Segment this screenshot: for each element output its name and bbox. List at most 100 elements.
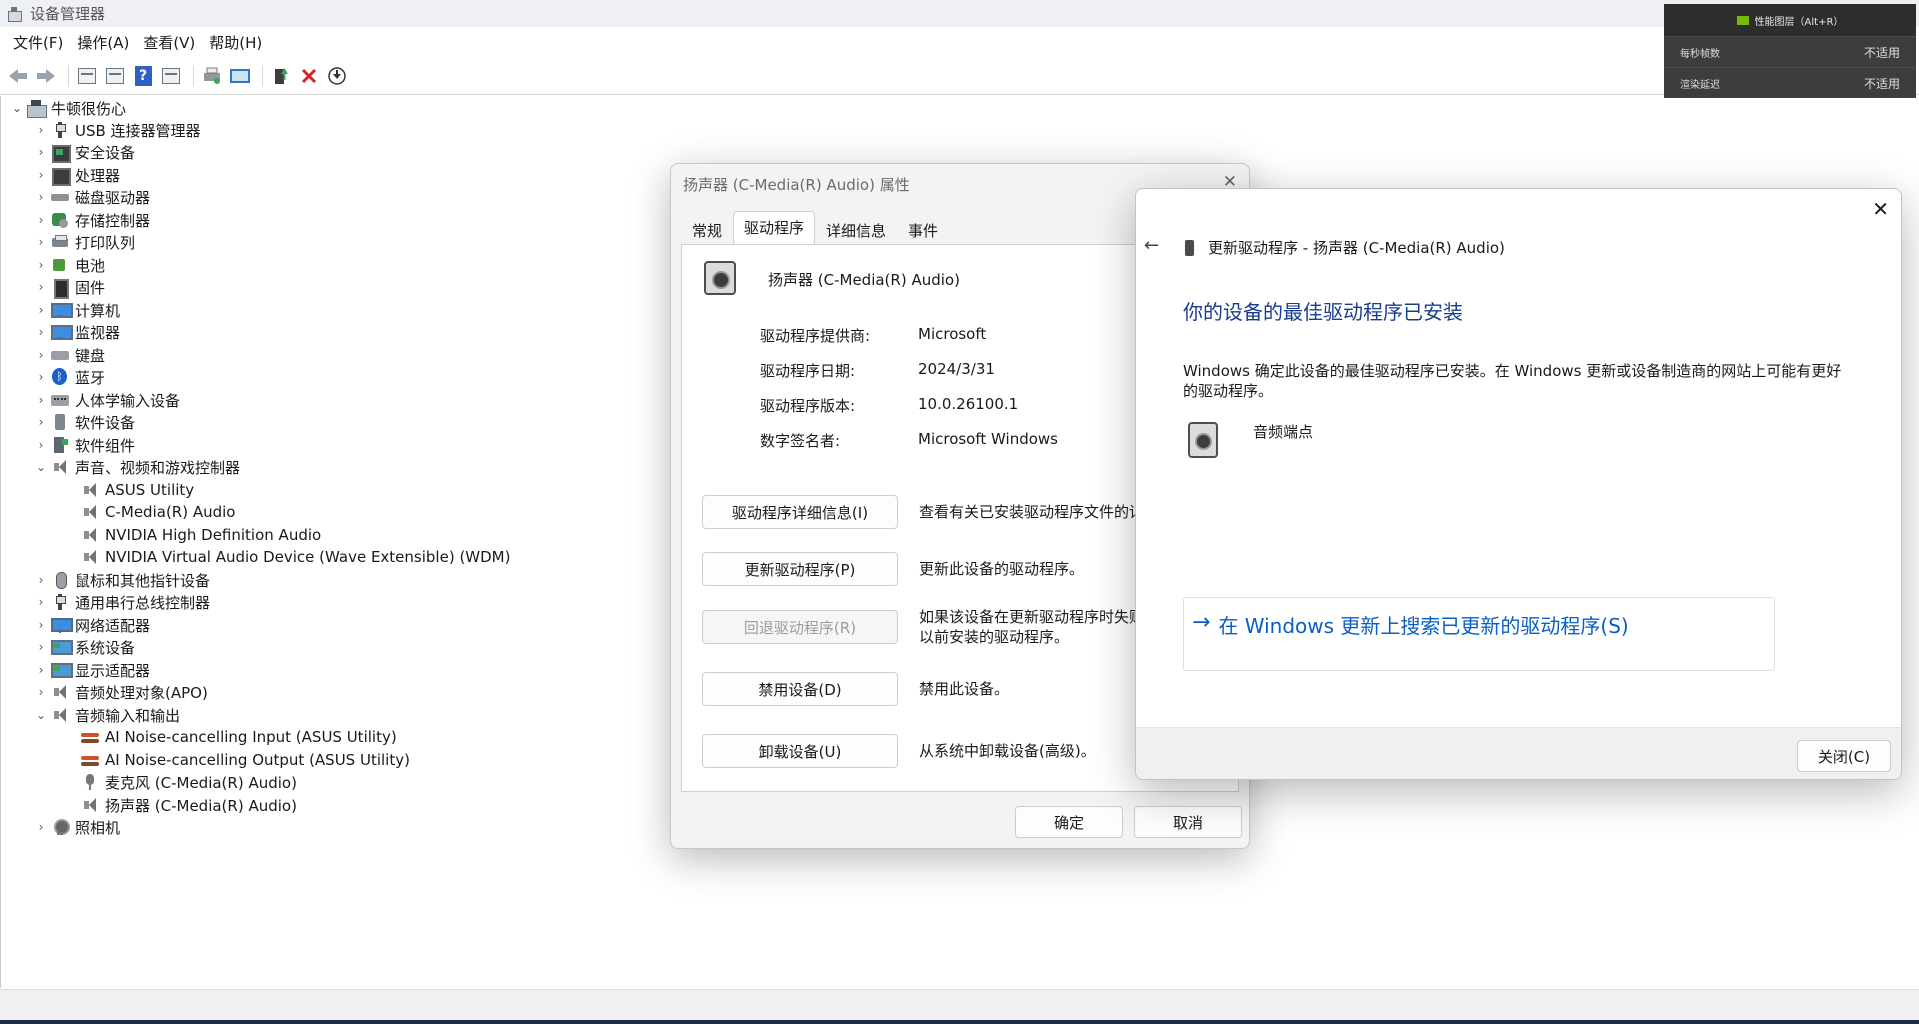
chevron-right-icon[interactable]: › [31, 663, 51, 677]
update-driver-icon[interactable] [269, 64, 293, 88]
tree-child-label: 麦克风 (C-Media(R) Audio) [105, 773, 297, 792]
tree-child-ai-noise-output[interactable]: AI Noise-cancelling Output (ASUS Utility… [81, 749, 410, 771]
chevron-right-icon[interactable]: › [31, 348, 51, 362]
chevron-right-icon[interactable]: › [31, 415, 51, 429]
tab-general[interactable]: 常规 [681, 214, 733, 244]
ok-button[interactable]: 确定 [1015, 806, 1123, 838]
tree-node-display[interactable]: › 显示适配器 [31, 659, 150, 681]
roll-back-driver-button[interactable]: 回退驱动程序(R) [702, 610, 898, 644]
uninstall-icon[interactable] [297, 64, 321, 88]
tab-details[interactable]: 详细信息 [815, 214, 897, 244]
chevron-down-icon[interactable]: ⌄ [31, 708, 51, 722]
chevron-right-icon[interactable]: › [31, 640, 51, 654]
tree-root[interactable]: ⌄ 牛顿很伤心 [7, 97, 126, 119]
back-arrow-icon[interactable]: ← [1144, 235, 1159, 256]
disable-device-button[interactable]: 禁用设备(D) [702, 672, 898, 706]
tree-node-software-component[interactable]: › 软件组件 [31, 434, 135, 456]
tree-child-nvidia-hd-audio[interactable]: NVIDIA High Definition Audio [81, 524, 321, 546]
help-icon[interactable]: ? [131, 64, 155, 88]
window-icon[interactable] [103, 64, 127, 88]
chevron-right-icon[interactable]: › [31, 303, 51, 317]
chevron-right-icon[interactable]: › [31, 190, 51, 204]
computer-root-icon [27, 100, 47, 118]
print-icon[interactable] [200, 64, 224, 88]
monitor-icon[interactable] [228, 64, 252, 88]
chevron-down-icon[interactable]: ⌄ [31, 460, 51, 474]
chevron-right-icon[interactable]: › [31, 280, 51, 294]
chevron-right-icon[interactable]: › [31, 213, 51, 227]
view-icon[interactable] [159, 64, 183, 88]
tree-node-disk[interactable]: › 磁盘驱动器 [31, 186, 150, 208]
chevron-right-icon[interactable]: › [31, 123, 51, 137]
update-driver-button[interactable]: 更新驱动程序(P) [702, 552, 898, 586]
tree-node-processor[interactable]: › 处理器 [31, 164, 120, 186]
tree-child-ai-noise-input[interactable]: AI Noise-cancelling Input (ASUS Utility) [81, 726, 397, 748]
network-icon [51, 617, 73, 633]
tree-node-system[interactable]: › 系统设备 [31, 636, 135, 658]
tree-child-speaker[interactable]: 扬声器 (C-Media(R) Audio) [81, 794, 297, 816]
menu-file[interactable]: 文件(F) [6, 32, 70, 53]
properties-icon[interactable] [75, 64, 99, 88]
chevron-right-icon[interactable]: › [31, 595, 51, 609]
tree-node-mouse[interactable]: › 鼠标和其他指针设备 [31, 569, 210, 591]
speaker-icon [81, 527, 99, 543]
tree-node-print-queue[interactable]: › 打印队列 [31, 231, 135, 253]
chevron-right-icon[interactable]: › [31, 370, 51, 384]
tree-node-battery[interactable]: › 电池 [31, 254, 105, 276]
chevron-right-icon[interactable]: › [31, 685, 51, 699]
tree-node-monitor[interactable]: › 监视器 [31, 321, 120, 343]
disable-device-desc: 禁用此设备。 [919, 680, 1010, 698]
tree-node-hid[interactable]: › 人体学输入设备 [31, 389, 180, 411]
uninstall-device-button[interactable]: 卸载设备(U) [702, 734, 898, 768]
tree-node-keyboard[interactable]: › 键盘 [31, 344, 105, 366]
tree-node-computer[interactable]: › 计算机 [31, 299, 120, 321]
chevron-right-icon[interactable]: › [31, 618, 51, 632]
back-icon[interactable] [6, 64, 30, 88]
usb-icon [51, 594, 69, 610]
tree-node-audio-io[interactable]: ⌄ 音频输入和输出 [31, 704, 180, 726]
tab-events[interactable]: 事件 [897, 214, 949, 244]
chevron-right-icon[interactable]: › [31, 573, 51, 587]
chevron-right-icon[interactable]: › [31, 168, 51, 182]
chevron-right-icon[interactable]: › [31, 145, 51, 159]
cancel-button[interactable]: 取消 [1134, 806, 1242, 838]
tree-node-security[interactable]: › 安全设备 [31, 141, 135, 163]
tree-child-cmedia-audio[interactable]: C-Media(R) Audio [81, 501, 235, 523]
close-button[interactable]: 关闭(C) [1797, 740, 1891, 772]
search-windows-update-link[interactable]: → 在 Windows 更新上搜索已更新的驱动程序(S) [1183, 597, 1775, 671]
chevron-right-icon[interactable]: › [31, 438, 51, 452]
tree-node-firmware[interactable]: › 固件 [31, 276, 105, 299]
update-heading: 你的设备的最佳驱动程序已安装 [1183, 300, 1463, 324]
menu-help[interactable]: 帮助(H) [202, 32, 269, 53]
tree-node-sound-video-game[interactable]: ⌄ 声音、视频和游戏控制器 [31, 456, 240, 478]
tree-node-storage[interactable]: › 存储控制器 [31, 209, 150, 231]
chevron-down-icon[interactable]: ⌄ [7, 101, 27, 115]
download-icon[interactable] [325, 64, 349, 88]
chevron-right-icon[interactable]: › [31, 393, 51, 407]
tree-child-nvidia-virtual-audio[interactable]: NVIDIA Virtual Audio Device (Wave Extens… [81, 546, 510, 568]
tree-node-camera[interactable]: › 照相机 [31, 816, 120, 838]
tree-child-asus-utility[interactable]: ASUS Utility [81, 479, 194, 501]
forward-icon[interactable] [34, 64, 58, 88]
tree-node-network[interactable]: › 网络适配器 [31, 614, 150, 636]
driver-details-button[interactable]: 驱动程序详细信息(I) [702, 495, 898, 529]
digital-signer-label: 数字签名者: [760, 432, 841, 450]
tab-driver[interactable]: 驱动程序 [733, 211, 816, 245]
tree-node-usb-controllers[interactable]: › 通用串行总线控制器 [31, 591, 210, 613]
device-icon [1185, 240, 1194, 256]
chevron-right-icon[interactable]: › [31, 235, 51, 249]
tree-node-apo[interactable]: › 音频处理对象(APO) [31, 681, 208, 703]
chevron-right-icon[interactable]: › [31, 325, 51, 339]
tree-child-microphone[interactable]: 麦克风 (C-Media(R) Audio) [81, 771, 297, 793]
tree-node-label: 蓝牙 [75, 368, 106, 387]
chevron-right-icon[interactable]: › [31, 820, 51, 834]
tree-node-software-device[interactable]: › 软件设备 [31, 411, 135, 433]
menu-view[interactable]: 查看(V) [136, 32, 202, 53]
tree-node-label: USB 连接器管理器 [75, 121, 201, 140]
chevron-right-icon[interactable]: › [31, 258, 51, 272]
close-icon[interactable]: ✕ [1872, 197, 1889, 221]
tree-node-usb-connector[interactable]: › USB 连接器管理器 [31, 119, 201, 141]
microphone-icon [81, 774, 99, 790]
menu-action[interactable]: 操作(A) [70, 32, 136, 53]
tree-node-bluetooth[interactable]: › 蓝牙 [31, 366, 105, 388]
